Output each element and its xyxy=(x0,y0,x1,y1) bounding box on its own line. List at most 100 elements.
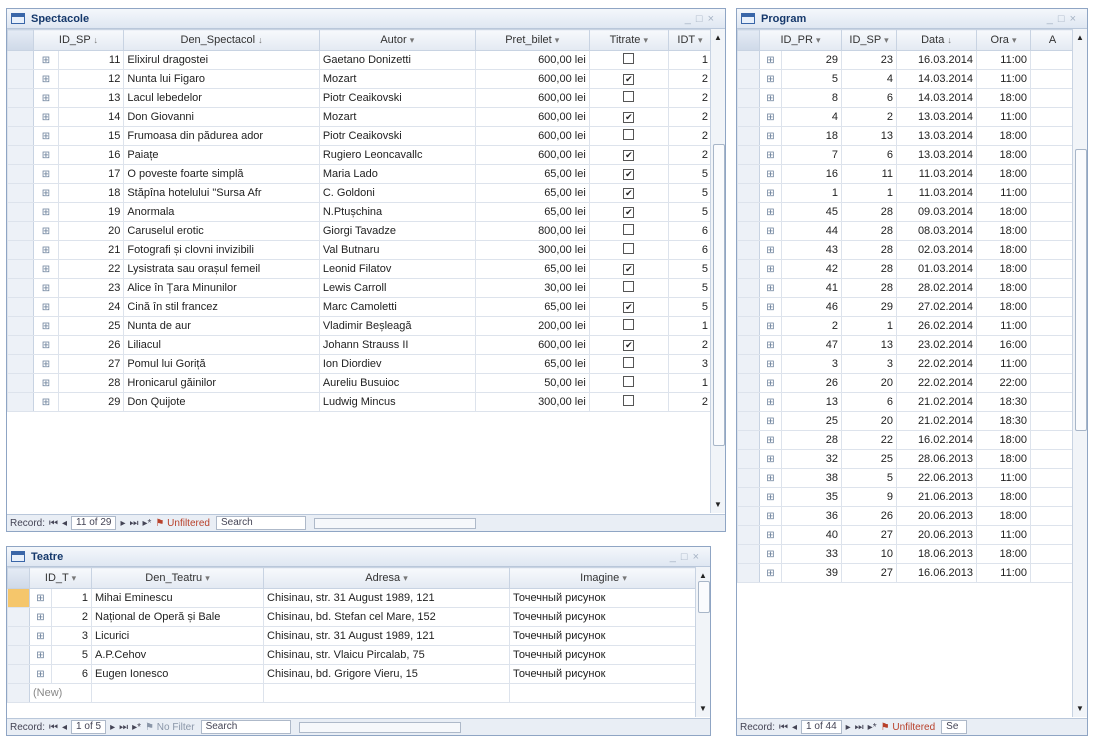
expand-icon[interactable]: ⊞ xyxy=(32,50,60,70)
cell-ora[interactable]: 11:00 xyxy=(976,50,1031,70)
cell-id-sp[interactable]: 13 xyxy=(58,88,125,108)
cell-adresa[interactable]: Chisinau, bd. Grigore Vieru, 15 xyxy=(263,664,511,684)
cell-id-sp[interactable]: 23 xyxy=(58,278,125,298)
nav-next-icon[interactable]: ▸ xyxy=(846,722,851,733)
cell-idt[interactable]: 2 xyxy=(667,335,713,355)
expand-icon[interactable]: ⊞ xyxy=(29,664,52,684)
row-selector[interactable] xyxy=(7,354,34,374)
table-row[interactable]: ⊞ 8 6 14.03.2014 18:00 xyxy=(737,88,1075,108)
nav-first-icon[interactable]: ⏮ xyxy=(49,518,58,529)
cell-a[interactable] xyxy=(1030,506,1075,526)
cell-id-sp[interactable]: 11 xyxy=(841,164,897,184)
expand-icon[interactable]: ⊞ xyxy=(759,145,782,165)
cell-id-sp[interactable]: 9 xyxy=(841,487,897,507)
titrate-checkbox[interactable] xyxy=(623,395,635,406)
cell-id-sp[interactable]: 10 xyxy=(841,544,897,564)
expand-icon[interactable]: ⊞ xyxy=(759,164,782,184)
row-selector[interactable] xyxy=(7,69,34,89)
titrate-checkbox[interactable]: ✔ xyxy=(623,74,635,85)
column-header-adresa[interactable]: Adresa ▾ xyxy=(263,567,511,589)
cell-id-sp[interactable]: 11 xyxy=(58,50,125,70)
row-selector[interactable] xyxy=(7,240,34,260)
cell-id-sp[interactable]: 13 xyxy=(841,335,897,355)
table-row[interactable]: ⊞ 27 Pomul lui Goriță Ion Diordiev 65,00 lei… xyxy=(7,354,713,374)
cell-id-sp[interactable]: 27 xyxy=(841,563,897,583)
cell-idt[interactable]: 2 xyxy=(667,392,713,412)
maximize-icon[interactable]: □ xyxy=(681,551,693,563)
expand-icon[interactable]: ⊞ xyxy=(759,373,782,393)
cell-id-pr[interactable]: 42 xyxy=(781,259,842,279)
nav-first-icon[interactable]: ⏮ xyxy=(49,722,58,733)
cell-id-pr[interactable]: 46 xyxy=(781,297,842,317)
table-row[interactable]: ⊞ 19 Anormala N.Ptușchina 65,00 lei ✔ 5 xyxy=(7,202,713,222)
cell-den-spectacol[interactable]: Paiațe xyxy=(123,145,320,165)
column-header-den-teatru[interactable]: Den_Teatru ▾ xyxy=(91,567,265,589)
cell-id-pr[interactable]: 28 xyxy=(781,430,842,450)
table-row[interactable]: ⊞ 26 20 22.02.2014 22:00 xyxy=(737,373,1075,393)
filter-icon[interactable]: ⚑ Unfiltered xyxy=(881,722,936,733)
cell-autor[interactable]: Rugiero Leoncavallc xyxy=(318,145,476,165)
nav-last-icon[interactable]: ⏭ xyxy=(129,518,138,529)
titrate-checkbox[interactable]: ✔ xyxy=(623,150,635,161)
cell-adresa[interactable]: Chisinau, str. 31 August 1989, 121 xyxy=(263,626,511,646)
cell-idt[interactable]: 2 xyxy=(667,107,713,127)
cell-a[interactable] xyxy=(1030,430,1075,450)
cell-autor[interactable]: Lewis Carroll xyxy=(318,278,476,298)
cell-id-pr[interactable]: 44 xyxy=(781,221,842,241)
cell-den-spectacol[interactable]: Don Quijote xyxy=(123,392,320,412)
cell-pret-bilet[interactable]: 600,00 lei xyxy=(474,126,590,146)
cell-pret-bilet[interactable]: 600,00 lei xyxy=(474,145,590,165)
horizontal-scrollbar[interactable] xyxy=(313,517,476,529)
cell-id-sp[interactable]: 6 xyxy=(841,392,897,412)
expand-icon[interactable]: ⊞ xyxy=(759,354,782,374)
cell-id-pr[interactable]: 47 xyxy=(781,335,842,355)
nav-new-icon[interactable]: ▸* xyxy=(142,518,151,529)
expand-icon[interactable]: ⊞ xyxy=(759,297,782,317)
row-selector[interactable] xyxy=(7,626,30,646)
search-field[interactable]: Se xyxy=(941,720,968,734)
cell-autor[interactable]: Marc Camoletti xyxy=(318,297,476,317)
expand-icon[interactable]: ⊞ xyxy=(759,392,782,412)
search-field[interactable]: Search xyxy=(200,720,291,734)
cell-den-spectacol[interactable]: Frumoasa din pădurea ador xyxy=(123,126,320,146)
cell-id-pr[interactable]: 36 xyxy=(781,506,842,526)
cell-id-sp[interactable]: 20 xyxy=(58,221,125,241)
cell-den-spectacol[interactable]: Pomul lui Goriță xyxy=(123,354,320,374)
row-selector[interactable] xyxy=(737,145,760,165)
cell-id-t[interactable]: 1 xyxy=(50,588,93,608)
cell-ora[interactable]: 18:00 xyxy=(976,487,1031,507)
cell-ora[interactable]: 18:00 xyxy=(976,506,1031,526)
cell-a[interactable] xyxy=(1030,164,1075,184)
column-header-titrate[interactable]: Titrate ▾ xyxy=(588,29,669,51)
search-field[interactable]: Search xyxy=(215,516,306,530)
expand-icon[interactable]: ⊞ xyxy=(32,145,60,165)
cell-imagine[interactable]: Точечный рисунок xyxy=(509,588,699,608)
cell-data[interactable]: 20.06.2013 xyxy=(896,506,977,526)
column-header-id-pr[interactable]: ID_PR ▾ xyxy=(759,29,842,51)
cell-data[interactable]: 21.06.2013 xyxy=(896,487,977,507)
vertical-scrollbar[interactable]: ▲ ▼ xyxy=(1072,29,1087,717)
cell-pret-bilet[interactable]: 65,00 lei xyxy=(474,297,590,317)
cell-ora[interactable]: 18:00 xyxy=(976,449,1031,469)
expand-icon[interactable]: ⊞ xyxy=(759,468,782,488)
cell-id-sp[interactable]: 21 xyxy=(58,240,125,260)
table-row[interactable]: ⊞ 3 3 22.02.2014 11:00 xyxy=(737,354,1075,374)
titrate-checkbox[interactable] xyxy=(623,53,635,64)
cell-id-sp[interactable]: 22 xyxy=(841,430,897,450)
expand-icon[interactable]: ⊞ xyxy=(32,316,60,336)
cell-ora[interactable]: 11:00 xyxy=(976,183,1031,203)
row-selector[interactable] xyxy=(737,563,760,583)
table-row[interactable]: ⊞ 40 27 20.06.2013 11:00 xyxy=(737,525,1075,545)
cell-autor[interactable]: C. Goldoni xyxy=(318,183,476,203)
cell-a[interactable] xyxy=(1030,88,1075,108)
table-row[interactable]: ⊞ 4 2 13.03.2014 11:00 xyxy=(737,107,1075,127)
select-all-cell[interactable] xyxy=(7,29,34,51)
cell-autor[interactable]: Leonid Filatov xyxy=(318,259,476,279)
cell-den-spectacol[interactable]: Lysistrata sau orașul femeil xyxy=(123,259,320,279)
cell-data[interactable]: 16.02.2014 xyxy=(896,430,977,450)
table-row[interactable]: ⊞ 21 Fotografi și clovni invizibili Val But… xyxy=(7,240,713,260)
spectacole-titlebar[interactable]: Spectacole _□× xyxy=(7,9,725,29)
cell-den-spectacol[interactable]: Anormala xyxy=(123,202,320,222)
cell-idt[interactable]: 6 xyxy=(667,240,713,260)
table-row[interactable]: ⊞ 36 26 20.06.2013 18:00 xyxy=(737,506,1075,526)
